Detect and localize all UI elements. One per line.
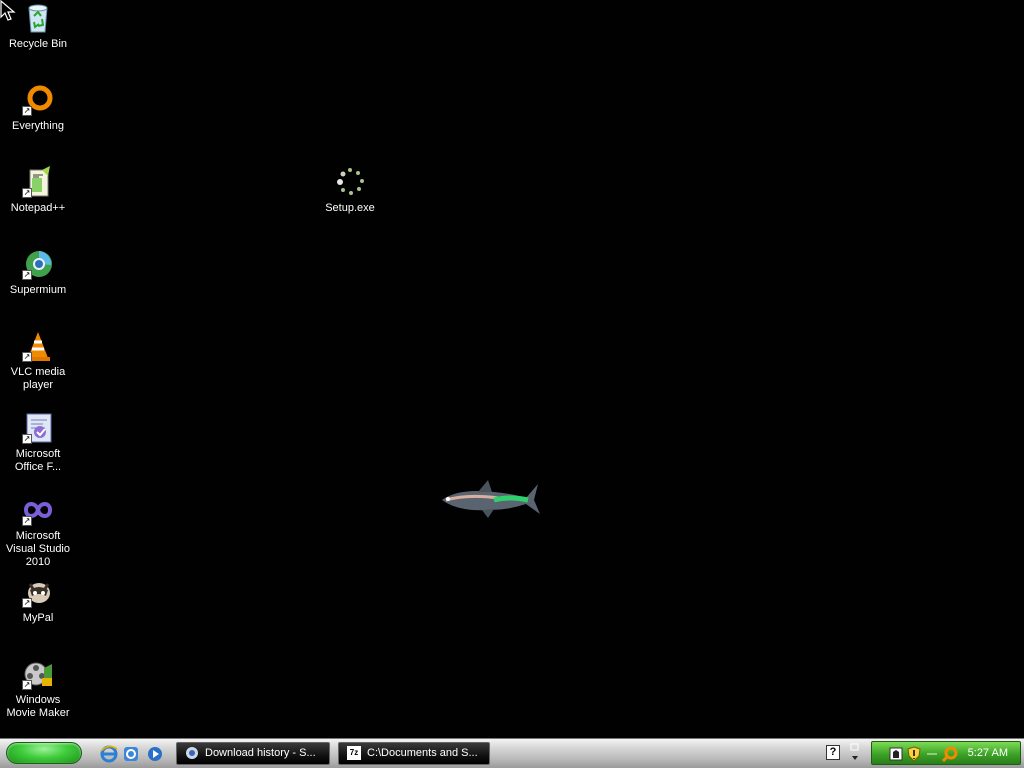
desktop-icon-label: Everything <box>12 120 64 132</box>
desktop-icon-label: VLC media player <box>10 366 66 391</box>
browser-icon <box>186 747 198 759</box>
taskbar-button-download-history[interactable]: Download history - S... <box>176 742 330 765</box>
desktop-icon-label: Supermium <box>9 284 67 296</box>
taskbar: Download history - S... 7z C:\Documents … <box>0 738 1024 768</box>
tray-options-icon[interactable] <box>848 742 862 764</box>
desktop: Recycle Bin ↗ Everything ↗ Notepad++ ↗ S… <box>0 0 1024 738</box>
shortcut-arrow-icon: ↗ <box>22 434 32 444</box>
taskbar-button-label: Download history - S... <box>205 747 316 759</box>
desktop-icon-everything[interactable]: ↗ Everything <box>0 84 76 133</box>
desktop-icon-label: Setup.exe <box>325 202 375 214</box>
7zip-icon: 7z <box>347 746 361 760</box>
desktop-icon-recycle-bin[interactable]: Recycle Bin <box>0 2 76 51</box>
movie-maker-icon: ↗ <box>22 658 54 690</box>
shortcut-arrow-icon: ↗ <box>22 270 32 280</box>
desktop-icon-label: Recycle Bin <box>8 38 68 50</box>
desktop-icon-notepadpp[interactable]: ↗ Notepad++ <box>0 166 76 215</box>
taskbar-button-label: C:\Documents and S... <box>367 747 478 759</box>
mypal-icon: ↗ <box>22 576 54 608</box>
internet-explorer-icon[interactable] <box>100 745 118 763</box>
shortcut-arrow-icon: ↗ <box>22 188 32 198</box>
desktop-icon-vlc[interactable]: ↗ VLC media player <box>0 330 76 392</box>
search-tray-icon[interactable] <box>942 746 958 762</box>
office-icon: ↗ <box>22 412 54 444</box>
tray-separator-icon <box>927 753 937 755</box>
desktop-icon-label: Windows Movie Maker <box>6 694 70 719</box>
help-icon[interactable]: ? <box>826 745 840 760</box>
vlc-icon: ↗ <box>22 330 54 362</box>
clock[interactable]: 5:27 AM <box>968 742 1008 764</box>
shortcut-arrow-icon: ↗ <box>22 106 32 116</box>
everything-icon: ↗ <box>22 84 54 116</box>
start-button[interactable] <box>6 742 82 764</box>
network-icon[interactable] <box>888 746 904 762</box>
desktop-icon-label: Notepad++ <box>10 202 66 214</box>
desktop-icon-label: Microsoft Office F... <box>14 448 62 473</box>
shortcut-arrow-icon: ↗ <box>22 598 32 608</box>
fish-wallpaper-image <box>442 480 540 518</box>
desktop-icon-movie-maker[interactable]: ↗ Windows Movie Maker <box>0 658 76 720</box>
taskbar-button-7zip-documents[interactable]: 7z C:\Documents and S... <box>338 742 490 765</box>
system-tray: 5:27 AM <box>871 741 1021 765</box>
desktop-icon-visual-studio[interactable]: ↗ Microsoft Visual Studio 2010 <box>0 494 76 569</box>
shortcut-arrow-icon: ↗ <box>22 352 32 362</box>
desktop-icon-office[interactable]: ↗ Microsoft Office F... <box>0 412 76 474</box>
ie-alt-icon[interactable] <box>122 745 140 763</box>
desktop-icon-label: MyPal <box>22 612 54 624</box>
recycle-bin-icon <box>22 2 54 34</box>
security-shield-icon[interactable] <box>906 746 922 762</box>
desktop-icon-mypal[interactable]: ↗ MyPal <box>0 576 76 625</box>
setup-loading-icon <box>334 166 366 198</box>
desktop-icon-label: Microsoft Visual Studio 2010 <box>5 530 70 568</box>
shortcut-arrow-icon: ↗ <box>22 680 32 690</box>
media-player-icon[interactable] <box>146 745 164 763</box>
shortcut-arrow-icon: ↗ <box>22 516 32 526</box>
notepadpp-icon: ↗ <box>22 166 54 198</box>
desktop-icon-supermium[interactable]: ↗ Supermium <box>0 248 76 297</box>
visual-studio-icon: ↗ <box>22 494 54 526</box>
desktop-icon-setup-exe[interactable]: Setup.exe <box>312 166 388 215</box>
supermium-icon: ↗ <box>22 248 54 280</box>
